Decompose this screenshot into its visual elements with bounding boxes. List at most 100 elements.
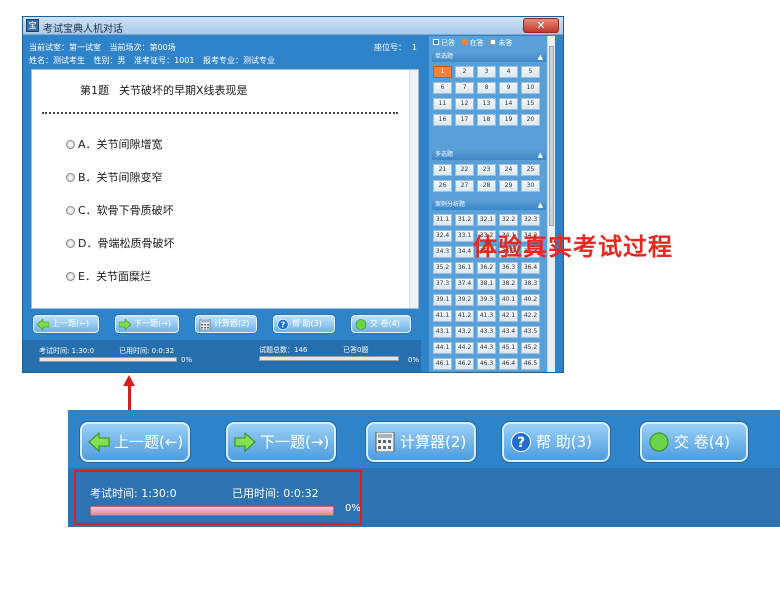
question-cell[interactable]: 18 [477, 114, 496, 126]
section-header-multi[interactable]: 多选题 ▲ [432, 150, 546, 160]
option-e[interactable]: E．关节面糜烂 [66, 268, 151, 284]
question-cell[interactable]: 44.1 [433, 342, 452, 354]
question-cell[interactable]: 28 [477, 180, 496, 192]
question-cell[interactable]: 43.4 [499, 326, 518, 338]
question-cell[interactable]: 39.1 [433, 294, 452, 306]
collapse-icon[interactable]: ▲ [538, 150, 543, 160]
question-cell[interactable]: 14 [499, 98, 518, 110]
question-scrollbar[interactable] [409, 70, 418, 308]
question-cell[interactable]: 46.2 [455, 358, 474, 370]
question-cell[interactable]: 41.3 [477, 310, 496, 322]
radio-icon[interactable] [66, 239, 75, 248]
question-cell[interactable]: 19 [499, 114, 518, 126]
question-cell[interactable]: 4 [499, 66, 518, 78]
question-cell[interactable]: 38.2 [499, 278, 518, 290]
submit-button-small[interactable]: 交 卷(4) [351, 315, 411, 333]
question-cell[interactable]: 42.2 [521, 310, 540, 322]
question-cell[interactable]: 20 [521, 114, 540, 126]
scroll-thumb[interactable] [549, 46, 554, 226]
close-button[interactable]: ✕ [523, 18, 559, 33]
question-cell[interactable]: 2 [455, 66, 474, 78]
question-cell[interactable]: 37.3 [433, 278, 452, 290]
question-cell[interactable]: 7 [455, 82, 474, 94]
section-header-case[interactable]: 案例分析题 ▲ [432, 200, 546, 210]
question-cell[interactable]: 36.4 [521, 262, 540, 274]
calculator-button-small[interactable]: 计算器(2) [195, 315, 257, 333]
next-button[interactable]: 下一题(→) [226, 422, 336, 462]
question-cell[interactable]: 23 [477, 164, 496, 176]
question-cell[interactable]: 8 [477, 82, 496, 94]
option-c[interactable]: C．软骨下骨质破坏 [66, 202, 174, 218]
help-button[interactable]: ? 帮 助(3) [502, 422, 610, 462]
radio-icon[interactable] [66, 173, 75, 182]
question-cell[interactable]: 9 [499, 82, 518, 94]
question-cell[interactable]: 24 [499, 164, 518, 176]
option-a[interactable]: A．关节间隙增宽 [66, 136, 163, 152]
question-cell[interactable]: 31.2 [455, 214, 474, 226]
question-cell[interactable]: 46.3 [477, 358, 496, 370]
question-cell[interactable]: 5 [521, 66, 540, 78]
question-cell[interactable]: 34.4 [455, 246, 474, 258]
question-cell[interactable]: 15 [521, 98, 540, 110]
question-cell[interactable]: 37.4 [455, 278, 474, 290]
question-cell[interactable]: 43.2 [455, 326, 474, 338]
question-cell[interactable]: 6 [433, 82, 452, 94]
radio-icon[interactable] [66, 140, 75, 149]
question-cell[interactable]: 32.1 [477, 214, 496, 226]
question-cell[interactable]: 35.2 [433, 262, 452, 274]
question-cell[interactable]: 44.3 [477, 342, 496, 354]
question-cell[interactable]: 44.2 [455, 342, 474, 354]
navigator-scrollbar[interactable] [547, 36, 555, 372]
question-cell[interactable]: 22 [455, 164, 474, 176]
question-cell[interactable]: 43.5 [521, 326, 540, 338]
question-cell[interactable]: 32.3 [521, 214, 540, 226]
question-cell[interactable]: 46.4 [499, 358, 518, 370]
question-cell[interactable]: 36.3 [499, 262, 518, 274]
prev-button[interactable]: 上一题(←) [80, 422, 190, 462]
question-cell[interactable]: 40.1 [499, 294, 518, 306]
section-header-single[interactable]: 单选题 ▲ [432, 52, 546, 62]
question-cell[interactable]: 38.1 [477, 278, 496, 290]
question-cell[interactable]: 3 [477, 66, 496, 78]
collapse-icon[interactable]: ▲ [538, 200, 543, 210]
question-cell[interactable]: 39.3 [477, 294, 496, 306]
question-cell[interactable]: 21 [433, 164, 452, 176]
question-cell[interactable]: 12 [455, 98, 474, 110]
question-cell[interactable]: 1 [433, 66, 452, 78]
question-cell[interactable]: 40.2 [521, 294, 540, 306]
question-cell[interactable]: 45.2 [521, 342, 540, 354]
question-cell[interactable]: 31.1 [433, 214, 452, 226]
option-b[interactable]: B．关节间隙变窄 [66, 169, 163, 185]
question-cell[interactable]: 11 [433, 98, 452, 110]
question-cell[interactable]: 33.1 [455, 230, 474, 242]
question-cell[interactable]: 32.4 [433, 230, 452, 242]
question-cell[interactable]: 17 [455, 114, 474, 126]
question-cell[interactable]: 42.1 [499, 310, 518, 322]
question-cell[interactable]: 26 [433, 180, 452, 192]
question-cell[interactable]: 36.2 [477, 262, 496, 274]
question-cell[interactable]: 13 [477, 98, 496, 110]
question-cell[interactable]: 30 [521, 180, 540, 192]
prev-button-small[interactable]: 上一题(←) [33, 315, 99, 333]
question-cell[interactable]: 36.1 [455, 262, 474, 274]
question-cell[interactable]: 41.1 [433, 310, 452, 322]
question-cell[interactable]: 43.3 [477, 326, 496, 338]
question-cell[interactable]: 45.1 [499, 342, 518, 354]
question-cell[interactable]: 29 [499, 180, 518, 192]
question-cell[interactable]: 16 [433, 114, 452, 126]
question-cell[interactable]: 27 [455, 180, 474, 192]
question-cell[interactable]: 10 [521, 82, 540, 94]
next-button-small[interactable]: 下一题(→) [115, 315, 179, 333]
collapse-icon[interactable]: ▲ [538, 52, 543, 62]
question-cell[interactable]: 46.1 [433, 358, 452, 370]
question-cell[interactable]: 43.1 [433, 326, 452, 338]
question-cell[interactable]: 46.5 [521, 358, 540, 370]
question-cell[interactable]: 41.2 [455, 310, 474, 322]
radio-icon[interactable] [66, 206, 75, 215]
question-cell[interactable]: 25 [521, 164, 540, 176]
help-button-small[interactable]: ? 帮 助(3) [273, 315, 335, 333]
option-d[interactable]: D．骨端松质骨破坏 [66, 235, 174, 251]
question-cell[interactable]: 32.2 [499, 214, 518, 226]
question-cell[interactable]: 34.3 [433, 246, 452, 258]
calculator-button[interactable]: 计算器(2) [366, 422, 476, 462]
